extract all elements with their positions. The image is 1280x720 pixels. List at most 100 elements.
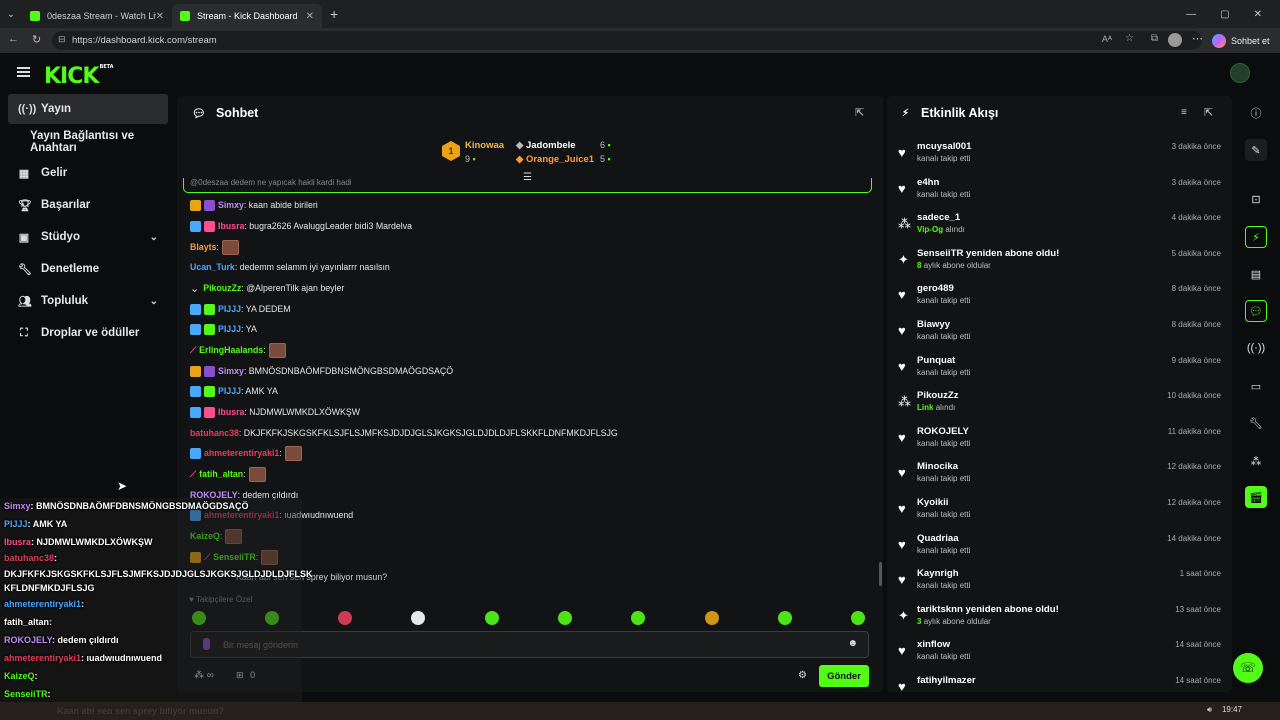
chat-username[interactable]: batuhanc38: [190, 428, 239, 438]
chat-username[interactable]: Ibusra: [218, 407, 244, 417]
tab-list-icon[interactable]: ⌄: [0, 9, 22, 20]
sidebar-item-droplar[interactable]: ⛶ Droplar ve ödüller: [8, 318, 168, 348]
activity-item[interactable]: ♥ e4hn 3 dakika önce kanalı takip etti: [898, 176, 1224, 210]
activity-item[interactable]: ⁂ sadece_1 4 dakika önce Vip-Og alındı: [898, 211, 1224, 245]
chat-message[interactable]: PIJJJ: YA: [190, 322, 257, 336]
activity-item[interactable]: ⁂ PikouzZz 10 dakika önce Link alındı: [898, 389, 1224, 423]
popout-icon[interactable]: ⇱: [855, 106, 864, 119]
activity-item[interactable]: ♥ Quadriaa 14 dakika önce kanalı takip etti: [898, 532, 1224, 566]
pinned-message[interactable]: @0deszaa dedem ne yapıcak hakli kardi ha…: [183, 178, 872, 193]
browser-tab-1[interactable]: 0deszaa Stream - Watch Live on K ✕: [22, 4, 172, 28]
filter-icon[interactable]: ≡: [1181, 107, 1187, 118]
sidebar-item-yayin[interactable]: ((·)) Yayın: [8, 94, 168, 124]
browser-tab-2[interactable]: Stream - Kick Dashboard ✕: [172, 4, 322, 28]
emote-picker-icon[interactable]: [558, 611, 572, 625]
activity-item[interactable]: ♥ Kaynrigh 1 saat önce kanalı takip etti: [898, 567, 1224, 601]
emote-picker-icon[interactable]: [411, 611, 425, 625]
emote-picker-icon[interactable]: [485, 611, 499, 625]
minimize-icon[interactable]: —: [1186, 9, 1196, 20]
activity-item[interactable]: ♥ ROKOJELY 11 dakika önce kanalı takip etti: [898, 425, 1224, 459]
more-icon[interactable]: ⋯: [1192, 32, 1203, 45]
favorite-icon[interactable]: ☆: [1125, 33, 1134, 44]
chat-message[interactable]: Ibusra: bugra2626 AvaluggLeader bidi3 Ma…: [190, 219, 412, 233]
support-icon[interactable]: ☏: [1233, 653, 1263, 683]
notes-icon[interactable]: ▤: [1245, 263, 1267, 285]
emote-picker-icon[interactable]: [778, 611, 792, 625]
activity-item[interactable]: ✦ SenseiiTR yeniden abone oldu! 5 dakika ö…: [898, 247, 1224, 281]
maximize-icon[interactable]: ▢: [1220, 9, 1229, 20]
chat-username[interactable]: Simxy: [218, 366, 244, 376]
reload-icon[interactable]: ↻: [32, 33, 41, 46]
chat-message[interactable]: PIJJJ: AMK YA: [190, 384, 278, 398]
leader-2[interactable]: ◆ Jadombele: [516, 140, 576, 151]
new-tab-icon[interactable]: +: [330, 6, 338, 22]
chat-username[interactable]: Ibusra: [218, 221, 244, 231]
edit-icon[interactable]: ✎: [1245, 139, 1267, 161]
emote-picker-icon[interactable]: [851, 611, 865, 625]
chat-message[interactable]: ahmeterentiryaki1:: [190, 445, 302, 461]
send-button[interactable]: Gönder: [819, 665, 869, 687]
chat-username[interactable]: Blayts: [190, 242, 216, 252]
activity-item[interactable]: ✦ tariktsknn yeniden abone oldu! 13 saat ö…: [898, 603, 1224, 637]
wrench-rail-icon[interactable]: 🔧︎: [1245, 412, 1267, 434]
user-avatar[interactable]: [1230, 63, 1250, 83]
chat-username[interactable]: PIJJJ: [218, 304, 241, 314]
extensions-icon[interactable]: ⧉: [1151, 33, 1158, 44]
copilot-button[interactable]: Sohbet et: [1212, 31, 1270, 50]
layout-icon[interactable]: ▭: [1245, 375, 1267, 397]
sidebar-item-gelir[interactable]: ▦ Gelir: [8, 158, 168, 188]
activity-item[interactable]: ♥ mcuysal001 3 dakika önce kanalı takip ett…: [898, 140, 1224, 174]
sidebar-item-basarilar[interactable]: 🏆︎ Başarılar: [8, 190, 168, 220]
chat-username[interactable]: ahmeterentiryaki1: [204, 448, 279, 458]
kick-logo[interactable]: KICKBETA: [44, 64, 114, 89]
sidebar-item-studyo[interactable]: ▣ Stüdyo ⌄: [8, 222, 168, 252]
activity-item[interactable]: ♥ Kyoikii 12 dakika önce kanalı takip etti: [898, 496, 1224, 530]
leader-3[interactable]: ◆ Orange_Juice1: [516, 154, 594, 165]
chat-message[interactable]: Ibusra: NJDMWLWMKDLXÖWKŞW: [190, 405, 360, 419]
chat-username[interactable]: Simxy: [218, 200, 244, 210]
chat-message[interactable]: Ucan_Turk: dedemm selamm iyi yayınlarrr …: [190, 260, 390, 274]
chat-username[interactable]: fatih_altan: [199, 469, 243, 479]
chat-username[interactable]: Ucan_Turk: [190, 262, 235, 272]
info-icon[interactable]: ⓘ: [1245, 102, 1267, 124]
points-rail-icon[interactable]: ⁂: [1245, 450, 1267, 472]
chat-username[interactable]: PikouzZz: [203, 283, 241, 293]
emoji-icon[interactable]: ☻: [847, 638, 858, 649]
settings-icon[interactable]: ⚙: [798, 670, 807, 681]
popout-icon[interactable]: ⇱: [1204, 106, 1213, 119]
activity-item[interactable]: ♥ Punquat 9 dakika önce kanalı takip etti: [898, 354, 1224, 388]
emote-picker-icon[interactable]: [631, 611, 645, 625]
chat-message[interactable]: Blayts:: [190, 239, 239, 255]
chat-scrollbar[interactable]: [879, 562, 882, 586]
url-field[interactable]: ⊟ https://dashboard.kick.com/stream Aᴬ ☆…: [52, 31, 1202, 50]
site-info-icon[interactable]: ⊟: [58, 34, 66, 45]
close-window-icon[interactable]: ✕: [1254, 9, 1262, 20]
menu-icon[interactable]: [17, 67, 30, 77]
back-icon[interactable]: ←: [8, 33, 19, 45]
sidebar-item-stream-key[interactable]: Yayın Bağlantısı ve Anahtarı: [8, 127, 168, 157]
chat-message[interactable]: Simxy: BMNÖSDNBAÖMFDBNSMÖNGBSDMAÖGDSAÇÖ: [190, 364, 453, 378]
chat-username[interactable]: ErlingHaalands: [199, 345, 263, 355]
activity-item[interactable]: ♥ gero489 8 dakika önce kanalı takip etti: [898, 282, 1224, 316]
activity-item[interactable]: ♥ xinflow 14 saat önce kanalı takip etti: [898, 638, 1224, 672]
chat-rail-icon[interactable]: 💬︎: [1245, 300, 1267, 322]
chat-message[interactable]: Simxy: kaan abide birileri: [190, 198, 318, 212]
broadcast-rail-icon[interactable]: ((·)): [1245, 337, 1267, 359]
emote-picker-icon[interactable]: [705, 611, 719, 625]
read-aloud-icon[interactable]: Aᴬ: [1102, 34, 1112, 44]
chat-username[interactable]: PIJJJ: [218, 386, 241, 396]
activity-item[interactable]: ♥ Biawyy 8 dakika önce kanalı takip etti: [898, 318, 1224, 352]
profile-avatar[interactable]: [1168, 33, 1182, 47]
chat-message[interactable]: ⟋ ErlingHaalands:: [190, 342, 286, 358]
close-tab-icon[interactable]: ✕: [156, 11, 164, 22]
camera-icon[interactable]: ⊡: [1245, 188, 1267, 210]
chat-message[interactable]: batuhanc38: DKJFKFKJSKGSKFKLSJFLSJMFKSJD…: [190, 426, 618, 440]
activity-feed-icon[interactable]: ⚡︎: [1245, 226, 1267, 248]
chat-username[interactable]: PIJJJ: [218, 324, 241, 334]
leader-name[interactable]: Kinowaa: [465, 140, 504, 151]
sidebar-item-topluluk[interactable]: 👥︎ Topluluk ⌄: [8, 286, 168, 316]
activity-item[interactable]: ♥ Minocika 12 dakika önce kanalı takip etti: [898, 460, 1224, 494]
emote-picker-icon[interactable]: [338, 611, 352, 625]
clapper-icon[interactable]: 🎬︎: [1245, 486, 1267, 508]
close-tab-icon[interactable]: ✕: [306, 11, 314, 22]
